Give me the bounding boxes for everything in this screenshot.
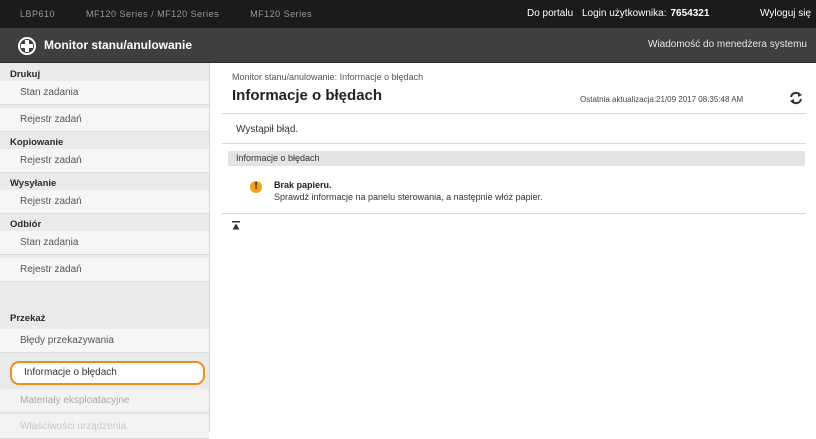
- divider: [222, 213, 806, 214]
- sidebar-heading-receive: Odbiór: [10, 219, 42, 230]
- login-user: 7654321: [670, 8, 710, 19]
- sidebar-item-consumables[interactable]: Materiały eksploatacyjne: [0, 389, 209, 413]
- top-bar: LBP610 MF120 Series / MF120 Series MF120…: [0, 0, 816, 28]
- page-title: Informacje o błędach: [232, 87, 383, 104]
- sidebar-heading-forward: Przekaż: [10, 313, 46, 324]
- back-to-top-icon[interactable]: [232, 221, 240, 230]
- refresh-icon[interactable]: [789, 91, 803, 105]
- logout-link[interactable]: Wyloguj się: [760, 8, 811, 19]
- sidebar-item-print-job-log[interactable]: Rejestr zadań: [0, 108, 209, 132]
- sidebar-item-receive-job-log[interactable]: Rejestr zadań: [0, 258, 209, 282]
- sidebar-item-device-features[interactable]: Właściwości urządzenia: [0, 415, 209, 439]
- device-field: MF120 Series / MF120 Series: [86, 9, 220, 19]
- app-title: Monitor stanu/anulowanie: [44, 38, 193, 52]
- device-info: LBP610 MF120 Series / MF120 Series MF120…: [20, 9, 340, 19]
- section-heading-bar: Informacje o błędach: [228, 151, 805, 166]
- last-update-text: Ostatnia aktualizacja:21/09 2017 08:35:4…: [580, 95, 744, 104]
- sidebar-heading-print: Drukuj: [10, 69, 41, 80]
- sidebar-heading-copy: Kopiowanie: [10, 137, 64, 148]
- sidebar-heading-send: Wysyłanie: [10, 178, 57, 189]
- admin-message-link[interactable]: Wiadomość do menedżera systemu: [648, 39, 807, 50]
- lifebuoy-icon: [18, 37, 36, 55]
- login-info: Login użytkownika: 7654321: [582, 8, 709, 19]
- warning-icon: !: [250, 181, 262, 193]
- sidebar-item-send-job-log[interactable]: Rejestr zadań: [0, 190, 209, 214]
- sidebar-item-forwarding-errors[interactable]: Błędy przekazywania: [0, 329, 209, 353]
- error-title: Brak papieru.: [274, 180, 332, 190]
- login-label: Login użytkownika:: [582, 8, 667, 19]
- sidebar-item-copy-job-log[interactable]: Rejestr zadań: [0, 149, 209, 173]
- divider: [222, 143, 806, 144]
- device-field: MF120 Series: [250, 9, 313, 19]
- error-description: Sprawdź informacje na panelu sterowania,…: [274, 192, 543, 202]
- portal-link[interactable]: Do portalu: [527, 8, 573, 19]
- status-text: Wystąpił błąd.: [236, 124, 299, 135]
- title-bar: Monitor stanu/anulowanie Wiadomość do me…: [0, 28, 816, 63]
- sidebar-item-receive-job-status[interactable]: Stan zadania: [0, 231, 209, 255]
- device-field: LBP610: [20, 9, 56, 19]
- sidebar: Drukuj Stan zadania Rejestr zadań Kopiow…: [0, 63, 210, 439]
- divider: [222, 113, 806, 114]
- sidebar-item-error-information[interactable]: Informacje o błędach: [10, 361, 205, 385]
- sidebar-item-print-job-status[interactable]: Stan zadania: [0, 81, 209, 105]
- breadcrumb: Monitor stanu/anulowanie: Informacje o b…: [232, 72, 424, 82]
- section-heading: Informacje o błędach: [236, 153, 320, 163]
